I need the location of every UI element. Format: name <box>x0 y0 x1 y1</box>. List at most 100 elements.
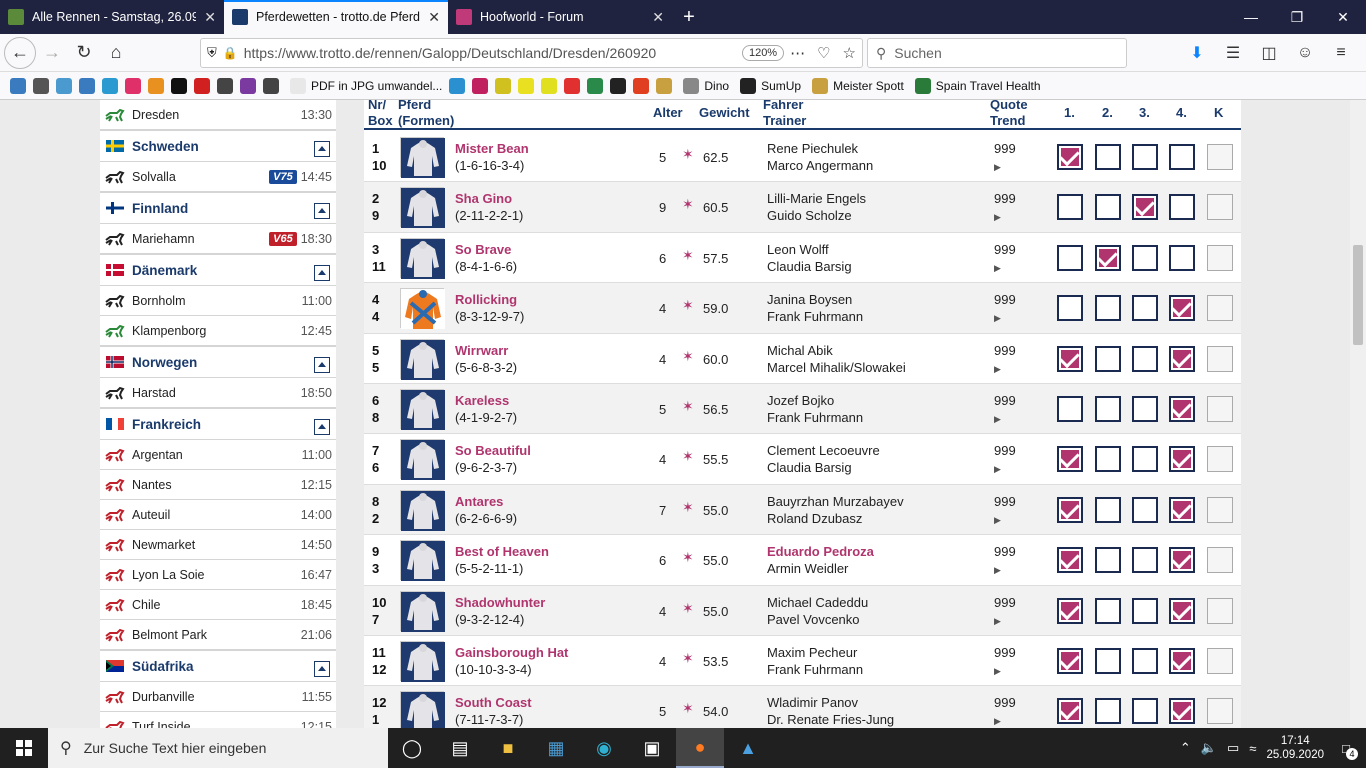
place-2-checkbox[interactable] <box>1095 345 1121 372</box>
race-venue[interactable]: Durbanville <box>132 690 302 704</box>
place-2-checkbox[interactable] <box>1095 648 1121 674</box>
bookmark-item[interactable]: Spain Travel Health <box>914 77 1041 94</box>
page-scrollbar[interactable] <box>1350 100 1366 728</box>
k-checkbox[interactable] <box>1207 345 1233 372</box>
race-venue[interactable]: Nantes <box>132 478 301 492</box>
trend-arrow-icon[interactable]: ▶ <box>994 162 1001 172</box>
reload-button[interactable]: ↻ <box>68 37 100 69</box>
minimize-icon[interactable]: — <box>1228 0 1274 34</box>
download-icon[interactable]: ⬇ <box>1182 38 1212 68</box>
sidebar-icon[interactable]: ◫ <box>1254 38 1284 68</box>
place-3-checkbox[interactable] <box>1132 698 1158 725</box>
scrollbar-thumb[interactable] <box>1353 245 1363 345</box>
place-3-checkbox[interactable] <box>1132 144 1158 170</box>
bookmark-favicon-icon[interactable] <box>217 77 233 94</box>
place-1-checkbox[interactable] <box>1057 648 1083 674</box>
bookmark-favicon-icon[interactable] <box>564 77 581 94</box>
horse-name-link[interactable]: Kareless <box>455 393 509 408</box>
race-venue[interactable]: Bornholm <box>132 294 302 308</box>
trend-arrow-icon[interactable]: ▶ <box>994 515 1001 525</box>
bookmark-star-icon[interactable]: ☆ <box>843 44 856 62</box>
place-3-checkbox[interactable] <box>1132 244 1158 271</box>
horse-name-link[interactable]: Antares <box>455 494 503 509</box>
place-2-checkbox[interactable] <box>1095 144 1121 170</box>
k-checkbox[interactable] <box>1207 547 1233 574</box>
k-checkbox[interactable] <box>1207 194 1233 221</box>
trend-arrow-icon[interactable]: ▶ <box>994 364 1001 374</box>
file-explorer-icon[interactable]: ■ <box>484 728 532 768</box>
place-1-checkbox[interactable] <box>1057 244 1083 271</box>
bookmark-favicon-icon[interactable] <box>633 77 650 94</box>
cortana-icon[interactable]: ◯ <box>388 728 436 768</box>
tab-3[interactable]: Hoofworld - Forum ✕ <box>448 0 672 34</box>
app-st3-icon[interactable]: ▦ <box>532 728 580 768</box>
jockey-name[interactable]: Eduardo Pedroza <box>767 544 874 559</box>
network-icon[interactable]: ≈ <box>1249 741 1256 756</box>
place-1-checkbox[interactable] <box>1057 144 1083 170</box>
race-row[interactable]: Durbanville 11:55 <box>100 682 336 712</box>
place-4-checkbox[interactable] <box>1169 244 1195 271</box>
close-tab-icon[interactable]: ✕ <box>204 9 216 26</box>
k-checkbox[interactable] <box>1207 648 1233 674</box>
collapse-icon[interactable] <box>314 419 330 435</box>
place-3-checkbox[interactable] <box>1132 396 1158 422</box>
search-box[interactable]: ⚲ Suchen <box>867 38 1127 68</box>
k-checkbox[interactable] <box>1207 597 1233 624</box>
bookmark-favicon-icon[interactable] <box>610 77 627 94</box>
task-view-icon[interactable]: ▤ <box>436 728 484 768</box>
place-4-checkbox[interactable] <box>1169 597 1195 624</box>
place-1-checkbox[interactable] <box>1057 547 1083 574</box>
lock-icon[interactable]: 🔒 <box>223 46 238 60</box>
bookmark-item[interactable]: PDF in JPG umwandel... <box>290 77 442 94</box>
trend-arrow-icon[interactable]: ▶ <box>994 716 1001 726</box>
race-row[interactable]: Harstad 18:50 <box>100 378 336 408</box>
place-3-checkbox[interactable] <box>1132 295 1158 322</box>
place-2-checkbox[interactable] <box>1095 597 1121 624</box>
collapse-icon[interactable] <box>314 203 330 219</box>
bookmark-favicon-icon[interactable] <box>656 77 673 94</box>
trend-arrow-icon[interactable]: ▶ <box>994 263 1001 273</box>
race-venue[interactable]: Mariehamn <box>132 232 269 246</box>
race-row[interactable]: Newmarket 14:50 <box>100 530 336 560</box>
race-row[interactable]: Chile 18:45 <box>100 590 336 620</box>
horse-name-link[interactable]: South Coast <box>455 695 532 710</box>
close-tab-icon[interactable]: ✕ <box>428 9 440 26</box>
race-venue[interactable]: Lyon La Soie <box>132 568 301 582</box>
race-row[interactable]: Auteuil 14:00 <box>100 500 336 530</box>
place-2-checkbox[interactable] <box>1095 396 1121 422</box>
place-4-checkbox[interactable] <box>1169 698 1195 725</box>
horse-name-link[interactable]: So Brave <box>455 242 511 257</box>
race-venue[interactable]: Klampenborg <box>132 324 301 338</box>
place-3-checkbox[interactable] <box>1132 194 1158 221</box>
collapse-icon[interactable] <box>314 661 330 677</box>
k-checkbox[interactable] <box>1207 496 1233 523</box>
place-1-checkbox[interactable] <box>1057 194 1083 221</box>
trend-arrow-icon[interactable]: ▶ <box>994 212 1001 222</box>
store-icon[interactable]: ▣ <box>628 728 676 768</box>
place-1-checkbox[interactable] <box>1057 698 1083 725</box>
restore-icon[interactable]: ❐ <box>1274 0 1320 34</box>
place-2-checkbox[interactable] <box>1095 244 1121 271</box>
race-row[interactable]: Argentan 11:00 <box>100 440 336 470</box>
collapse-icon[interactable] <box>314 141 330 157</box>
horse-name-link[interactable]: Mister Bean <box>455 141 529 156</box>
place-4-checkbox[interactable] <box>1169 547 1195 574</box>
horse-name-link[interactable]: Shadowhunter <box>455 595 545 610</box>
place-2-checkbox[interactable] <box>1095 547 1121 574</box>
trend-arrow-icon[interactable]: ▶ <box>994 464 1001 474</box>
place-1-checkbox[interactable] <box>1057 597 1083 624</box>
k-checkbox[interactable] <box>1207 244 1233 271</box>
back-button[interactable]: ← <box>4 36 36 69</box>
bookmark-favicon-icon[interactable] <box>495 77 512 94</box>
race-venue[interactable]: Turf Inside <box>132 720 301 729</box>
bookmark-item[interactable]: SumUp <box>740 77 801 94</box>
place-4-checkbox[interactable] <box>1169 446 1195 473</box>
race-row[interactable]: Turf Inside 12:15 <box>100 712 336 728</box>
place-4-checkbox[interactable] <box>1169 396 1195 422</box>
forward-button[interactable]: → <box>36 37 68 69</box>
horse-name-link[interactable]: So Beautiful <box>455 443 531 458</box>
race-row[interactable]: Belmont Park 21:06 <box>100 620 336 650</box>
place-3-checkbox[interactable] <box>1132 597 1158 624</box>
bookmark-item[interactable]: Dino <box>683 77 729 94</box>
place-1-checkbox[interactable] <box>1057 446 1083 473</box>
